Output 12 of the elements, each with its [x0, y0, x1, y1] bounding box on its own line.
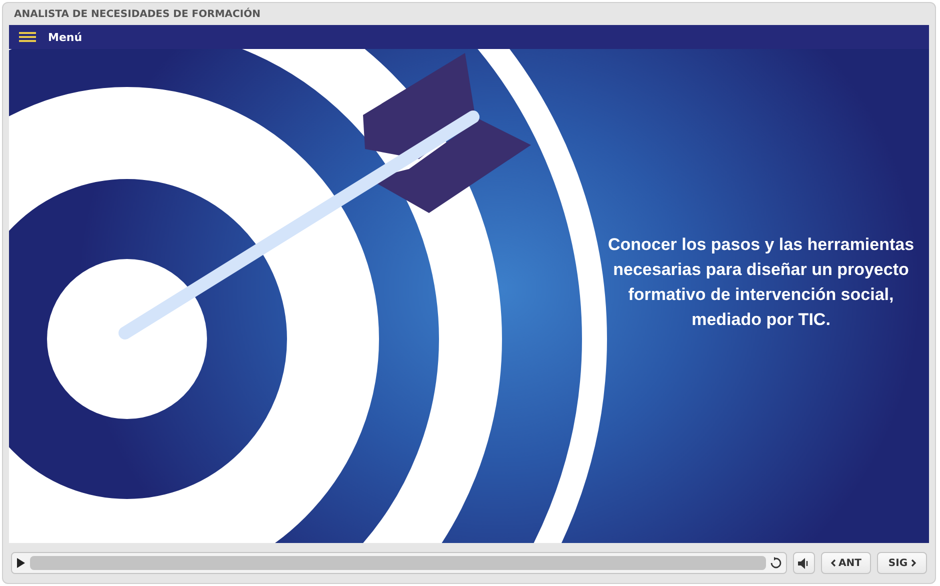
menu-button[interactable]: Menú: [48, 30, 82, 44]
speaker-icon: [798, 558, 810, 568]
play-button[interactable]: [16, 558, 26, 568]
volume-button[interactable]: [793, 552, 815, 574]
menu-icon[interactable]: [19, 32, 36, 42]
chevron-right-icon: [910, 559, 916, 567]
previous-button[interactable]: ANT: [821, 552, 871, 574]
chevron-left-icon: [830, 559, 836, 567]
slide-text: Conocer los pasos y las herramientas necesarias para diseñar un proyecto formativo de intervención social, mediado por TIC.: [606, 234, 916, 331]
window-title: ANALISTA DE NECESIDADES DE FORMACIÓN: [14, 8, 260, 20]
replay-button[interactable]: [770, 557, 782, 569]
next-button[interactable]: SIG: [877, 552, 927, 574]
